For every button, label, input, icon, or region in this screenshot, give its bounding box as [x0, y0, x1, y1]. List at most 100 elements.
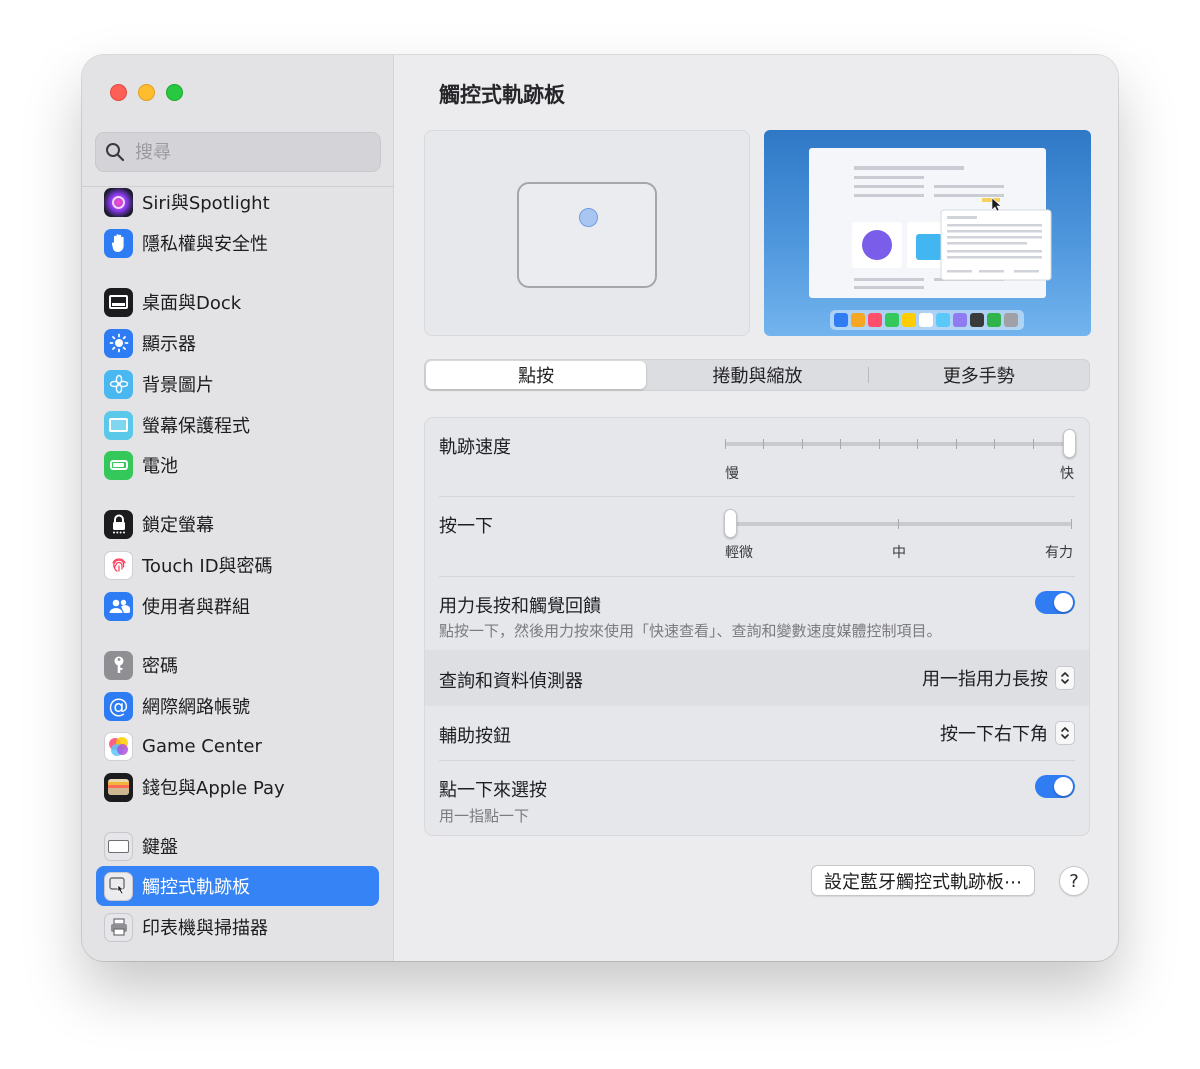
sidebar-item-label: 電池	[142, 456, 178, 477]
sidebar-item-keyboard[interactable]: 鍵盤	[96, 826, 379, 866]
secondary-click-label: 輔助按鈕	[439, 726, 511, 747]
sidebar-item-battery[interactable]: 電池	[96, 445, 379, 485]
lookup-label: 查詢和資料偵測器	[439, 671, 583, 692]
finger-tap-indicator	[579, 208, 598, 227]
tracking-speed-thumb[interactable]	[1063, 429, 1076, 458]
sidebar-item-wallet[interactable]: 錢包與Apple Pay	[96, 767, 379, 807]
flower-icon	[104, 369, 133, 399]
siri-icon	[104, 187, 133, 217]
lookup-value: 用一指用力長按	[922, 669, 1048, 690]
sidebar-item-label: 密碼	[142, 656, 178, 677]
sidebar-item-printers[interactable]: 印表機與掃描器	[96, 907, 379, 947]
sidebar-item-passwords[interactable]: 密碼	[96, 645, 379, 685]
slider-tick	[956, 439, 957, 449]
slider-tick	[725, 439, 726, 449]
sidebar-item-lock-screen[interactable]: 鎖定螢幕	[96, 504, 379, 544]
sidebar-item-game-center[interactable]: Game Center	[96, 726, 379, 766]
tap-to-click-toggle[interactable]	[1035, 775, 1075, 798]
secondary-click-popup[interactable]: 按一下右下角	[940, 720, 1075, 746]
sidebar-item-internet-accounts[interactable]: @ 網際網路帳號	[96, 686, 379, 726]
sidebar-item-label: 網際網路帳號	[142, 697, 250, 718]
sidebar: Siri與Spotlight 隱私權與安全性 桌面與Dock 顯示器	[82, 55, 394, 961]
page-title: 觸控式軌跡板	[439, 83, 565, 107]
sidebar-item-label: 使用者與群組	[142, 597, 250, 618]
tracking-speed-track[interactable]	[725, 442, 1071, 446]
force-click-toggle[interactable]	[1035, 591, 1075, 614]
slider-tick	[917, 439, 918, 449]
tap-to-click-label: 點一下來選按	[439, 780, 547, 801]
lookup-row: 查詢和資料偵測器 用一指用力長按	[425, 650, 1089, 706]
sidebar-item-siri[interactable]: Siri與Spotlight	[96, 182, 379, 222]
dock-icon	[104, 287, 133, 317]
tracking-speed-row: 軌跡速度 慢 快	[425, 418, 1089, 496]
click-pressure-label: 按一下	[439, 516, 493, 537]
sidebar-item-screensaver[interactable]: 螢幕保護程式	[96, 405, 379, 445]
slider-tick	[763, 439, 764, 449]
click-pressure-row: 按一下 輕微 中 有力	[425, 497, 1089, 576]
sidebar-item-displays[interactable]: 顯示器	[96, 323, 379, 363]
tracking-speed-max-label: 快	[1060, 466, 1074, 482]
sidebar-item-label: Siri與Spotlight	[142, 193, 270, 214]
search-field[interactable]	[95, 132, 381, 172]
sidebar-item-label: 桌面與Dock	[142, 293, 242, 314]
sidebar-item-label: 觸控式軌跡板	[142, 877, 250, 898]
sidebar-item-privacy[interactable]: 隱私權與安全性	[96, 223, 379, 263]
system-settings-window: Siri與Spotlight 隱私權與安全性 桌面與Dock 顯示器	[82, 55, 1118, 961]
sidebar-item-label: 鍵盤	[142, 837, 178, 858]
sidebar-item-users[interactable]: 使用者與群組	[96, 586, 379, 626]
slider-tick	[1033, 439, 1034, 449]
force-click-label: 用力長按和觸覺回饋	[439, 596, 601, 617]
tap-to-click-description: 用一指點一下	[439, 807, 530, 825]
sidebar-item-label: 螢幕保護程式	[142, 416, 250, 437]
sidebar-item-desktop-dock[interactable]: 桌面與Dock	[96, 282, 379, 322]
sidebar-item-label: 隱私權與安全性	[142, 234, 268, 255]
tracking-speed-min-label: 慢	[725, 466, 739, 482]
printer-icon	[104, 912, 133, 942]
tap-to-click-row: 點一下來選按 用一指點一下	[425, 761, 1089, 835]
lookup-popup[interactable]: 用一指用力長按	[922, 665, 1075, 691]
fingerprint-icon	[104, 550, 133, 580]
sidebar-item-label: 鎖定螢幕	[142, 515, 214, 536]
secondary-click-value: 按一下右下角	[940, 724, 1048, 745]
help-button[interactable]: ?	[1059, 866, 1089, 896]
sidebar-item-label: 錢包與Apple Pay	[142, 778, 285, 799]
window-controls	[110, 84, 183, 101]
sidebar-item-touch-id[interactable]: Touch ID與密碼	[96, 545, 379, 585]
screensaver-icon	[104, 410, 133, 440]
at-icon: @	[104, 691, 133, 721]
close-button[interactable]	[110, 84, 127, 101]
settings-group: 軌跡速度 慢 快 按一下 輕微 中 有力 用力長按和觸覺回饋 點按一下，然後用力…	[424, 417, 1090, 836]
zoom-button[interactable]	[166, 84, 183, 101]
sidebar-item-label: 背景圖片	[142, 375, 214, 396]
slider-tick	[1071, 519, 1072, 529]
users-icon	[104, 591, 133, 621]
chevron-up-down-icon	[1055, 721, 1075, 745]
chevron-up-down-icon	[1055, 666, 1075, 690]
tab-scroll-zoom[interactable]: 捲動與縮放	[647, 360, 867, 390]
setup-bluetooth-trackpad-button[interactable]: 設定藍牙觸控式軌跡板⋯	[811, 865, 1035, 896]
trackpad-preview	[424, 130, 750, 336]
sidebar-item-label: Touch ID與密碼	[142, 556, 273, 577]
slider-tick	[898, 519, 899, 529]
minimize-button[interactable]	[138, 84, 155, 101]
gesture-video-preview	[764, 130, 1091, 336]
sidebar-item-label: 顯示器	[142, 334, 196, 355]
click-pressure-medium-label: 中	[892, 545, 906, 561]
slider-tick	[879, 439, 880, 449]
sidebar-item-trackpad[interactable]: 觸控式軌跡板	[96, 866, 379, 906]
sidebar-item-wallpaper[interactable]: 背景圖片	[96, 364, 379, 404]
click-pressure-firm-label: 有力	[1045, 545, 1073, 561]
game-center-icon	[104, 731, 133, 761]
search-input[interactable]	[135, 141, 355, 163]
main-pane: 觸控式軌跡板 點按 捲動與縮放 更多手勢 軌跡速度 慢 快 按一下 輕微 中 有…	[395, 55, 1118, 961]
secondary-click-row: 輔助按鈕 按一下右下角	[425, 707, 1089, 759]
battery-icon	[104, 450, 133, 480]
tab-more-gestures[interactable]: 更多手勢	[869, 360, 1089, 390]
force-click-row: 用力長按和觸覺回饋 點按一下，然後用力按來使用「快速查看」、查詢和變數速度媒體控…	[425, 577, 1089, 649]
tab-point-click[interactable]: 點按	[426, 361, 647, 389]
click-pressure-thumb[interactable]	[724, 509, 737, 538]
lock-icon	[104, 509, 133, 539]
trackpad-icon	[104, 871, 133, 901]
slider-tick	[994, 439, 995, 449]
sun-icon	[104, 328, 133, 358]
